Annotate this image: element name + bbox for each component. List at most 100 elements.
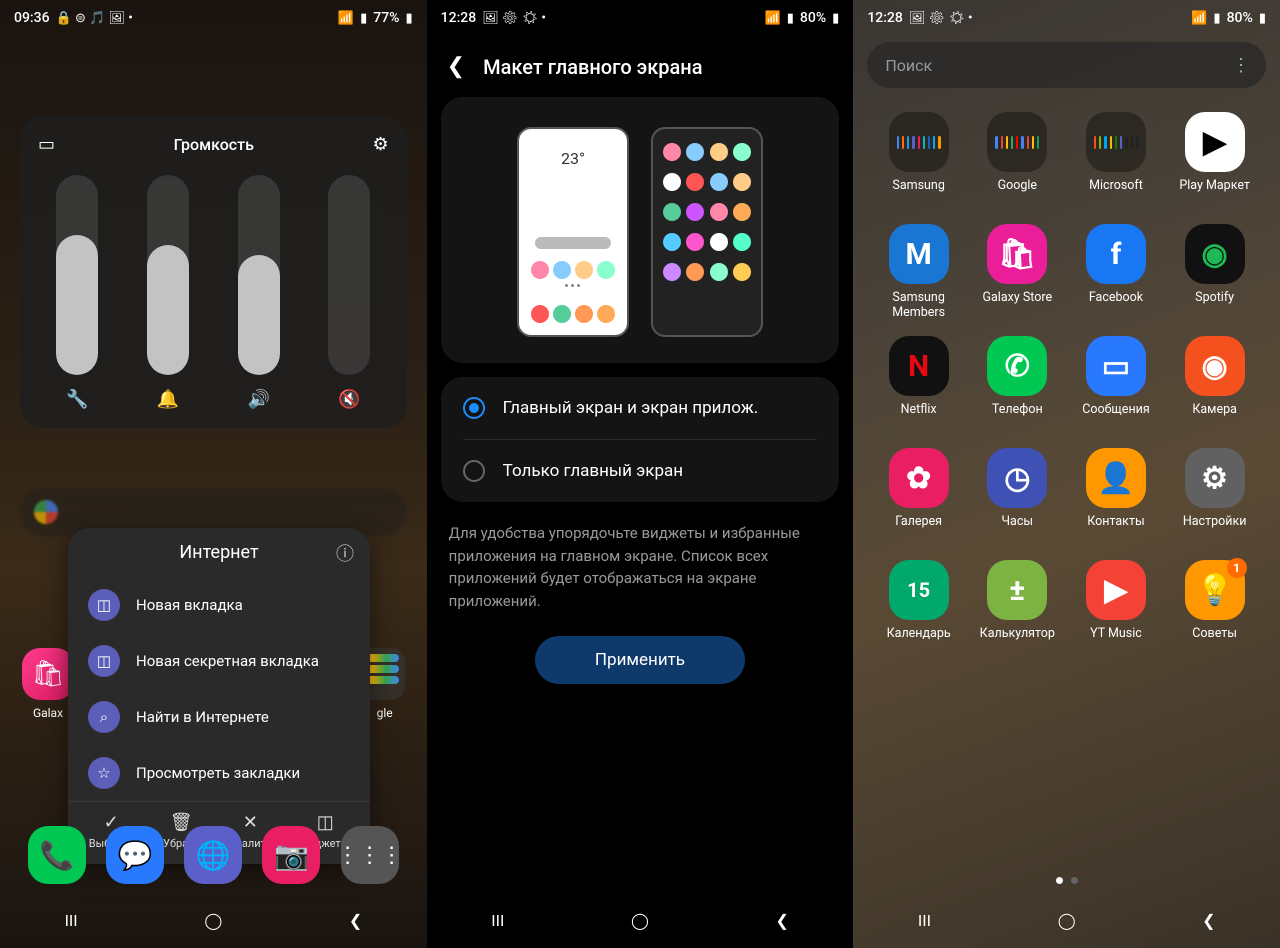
app-Советы[interactable]: 💡1 Советы [1169,560,1260,656]
home-button[interactable]: ◯ [1037,905,1097,935]
mute-icon: 🔇 [338,389,360,410]
statusbar: 12:28 🖼 ⚙ ☀ • 📶 ▮ 80% ▮ [427,0,854,36]
signal-icon: ▮ [1213,11,1220,26]
badge: 1 [1227,558,1247,578]
back-button[interactable]: ❮ [752,905,812,935]
google-icon [34,500,58,524]
speaker-icon: 🔊 [247,389,269,410]
volume-panel: ▭ Громкость ⚙ 🔧 🔔 🔊 🔇 [20,116,407,428]
app-Калькулятор[interactable]: ± Калькулятор [972,560,1063,656]
app-label: Календарь [887,626,951,656]
volume-slider-speaker[interactable]: 🔊 [219,175,298,410]
app-icon: ◉ [1185,336,1245,396]
app-Facebook[interactable]: f Facebook [1071,224,1162,320]
mock-apps [651,127,763,337]
app-Календарь[interactable]: 15 Календарь [873,560,964,656]
context-item[interactable]: ◫ Новая секретная вкладка [68,633,370,689]
signal-icon: ▮ [360,11,367,26]
wifi-icon: 📶 [765,11,781,26]
app-Сообщения[interactable]: ▭ Сообщения [1071,336,1162,432]
app-Часы[interactable]: ◷ Часы [972,448,1063,544]
app-Netflix[interactable]: N Netflix [873,336,964,432]
battery-icon: ▮ [406,11,413,26]
dock-messages[interactable]: 💬 [106,826,164,884]
navbar: III ◯ ❮ [0,892,427,948]
app-label: Калькулятор [980,626,1055,656]
battery-percent: 77% [373,10,399,26]
navbar: III ◯ ❮ [853,892,1280,948]
app-label: Сообщения [1082,402,1150,432]
radio-icon [463,460,485,482]
battery-icon: ▮ [1259,11,1266,26]
apply-button[interactable]: Применить [535,636,745,684]
app-Microsoft[interactable]: Microsoft [1071,112,1162,208]
app-icon: ◷ [987,448,1047,508]
status-icons: 🖼 ⚙ ☀ • [909,11,973,26]
page-header: ❮ Макет главного экрана [427,36,854,93]
back-button[interactable]: ❮ [1179,905,1239,935]
recent-button[interactable]: III [41,905,101,935]
home-button[interactable]: ◯ [183,905,243,935]
app-Samsung[interactable]: Samsung [873,112,964,208]
app-YT Music[interactable]: ▶ YT Music [1071,560,1162,656]
volume-slider-mute[interactable]: 🔇 [310,175,389,410]
collapse-icon[interactable]: ▭ [38,134,55,155]
bell-icon: 🔔 [157,389,179,410]
radio-icon [463,397,485,419]
search-input[interactable]: Поиск ⋮ [867,42,1266,88]
volume-slider-wrench[interactable]: 🔧 [38,175,117,410]
app-icon: M [889,224,949,284]
gear-icon[interactable]: ⚙ [373,134,389,155]
recent-button[interactable]: III [468,905,528,935]
dock-phone[interactable]: 📞 [28,826,86,884]
app-icon: N [889,336,949,396]
app-label: Microsoft [1089,178,1143,208]
mock-home: 23° [517,127,629,337]
app-Samsung Members[interactable]: M Samsung Members [873,224,964,320]
dock: 📞 💬 🌐 📷 ⋮⋮⋮ [0,826,427,884]
app-grid: Samsung Google Microsoft ▶ Play Маркет M… [853,98,1280,656]
app-icon: f [1086,224,1146,284]
app-label: Galaxy Store [982,290,1052,320]
info-icon[interactable]: ⓘ [336,540,354,566]
search-icon: ⌕ [88,701,120,733]
recent-button[interactable]: III [894,905,954,935]
home-button[interactable]: ◯ [610,905,670,935]
volume-slider-bell[interactable]: 🔔 [129,175,208,410]
dock-apps[interactable]: ⋮⋮⋮ [341,826,399,884]
internet-context-menu: Интернет ⓘ ◫ Новая вкладка ◫ Новая секре… [68,528,370,864]
app-Play Маркет[interactable]: ▶ Play Маркет [1169,112,1260,208]
app-Телефон[interactable]: ✆ Телефон [972,336,1063,432]
app-Настройки[interactable]: ⚙ Настройки [1169,448,1260,544]
galaxy-store-app[interactable]: 🛍 Galax [22,648,74,720]
context-item[interactable]: ☆ Просмотреть закладки [68,745,370,801]
context-item[interactable]: ◫ Новая вкладка [68,577,370,633]
dock-internet[interactable]: 🌐 [184,826,242,884]
folder-icon [889,112,949,172]
app-Google[interactable]: Google [972,112,1063,208]
app-Galaxy Store[interactable]: 🛍 Galaxy Store [972,224,1063,320]
app-label: Настройки [1183,514,1247,544]
status-icons: 🖼 ⚙ ☀ • [482,11,546,26]
option-home-only[interactable]: Только главный экран [441,440,840,502]
app-label: Контакты [1087,514,1144,544]
app-Галерея[interactable]: ✿ Галерея [873,448,964,544]
back-icon[interactable]: ❮ [447,54,465,79]
tab-icon: ◫ [88,589,120,621]
back-button[interactable]: ❮ [326,905,386,935]
dock-camera[interactable]: 📷 [262,826,320,884]
more-icon[interactable]: ⋮ [1232,55,1250,76]
option-home-and-apps[interactable]: Главный экран и экран прилож. [441,377,840,439]
search-placeholder: Поиск [885,56,932,75]
status-time: 12:28 [867,10,903,26]
app-Spotify[interactable]: ◉ Spotify [1169,224,1260,320]
wifi-icon: 📶 [338,11,354,26]
battery-percent: 80% [1227,10,1253,26]
app-Контакты[interactable]: 👤 Контакты [1071,448,1162,544]
app-icon: ✿ [889,448,949,508]
app-label: Галерея [895,514,942,544]
context-item[interactable]: ⌕ Найти в Интернете [68,689,370,745]
page-title: Макет главного экрана [483,55,702,79]
app-Камера[interactable]: ◉ Камера [1169,336,1260,432]
app-icon: ▶ [1185,112,1245,172]
